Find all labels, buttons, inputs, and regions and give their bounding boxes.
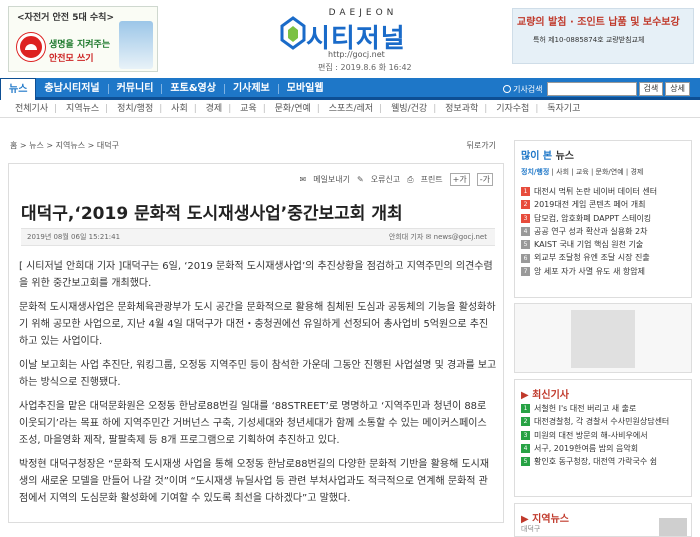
breadcrumb: 홈 > 뉴스 > 지역뉴스 > 대덕구 뒤로가기 [10,140,500,158]
article-paragraph: [ 시티저널 안희대 기자 ]대덕구는 6일, ‘2019 문화적 도시재생사업… [19,261,493,289]
nav-item-photo[interactable]: 포토&영상 [162,78,224,100]
font-decrease-button[interactable]: -가 [476,173,493,186]
article-paragraph: 이날 보고회는 사업 추진단, 워킹그룹, 오정동 지역주민 등이 참석한 가운… [19,360,497,388]
list-item[interactable]: 1 서철헌 I's 대전 버리고 새 출로 [521,402,669,415]
ad-line1: 생명을 지켜주는 [49,40,111,50]
local-news-sub: 대덕구 [521,525,541,533]
article-container: ✉ 메일보내기 ✎ 오류신고 ⎙ 프린트 +가 -가 대덕구,‘2019 문화적… [8,163,504,523]
ad-bridge[interactable]: 교량의 발침 · 조인트 납품 및 보수보강 특허 제10-0885874호 교… [512,8,694,64]
search-label: 기사검색 [513,84,543,94]
list-item[interactable]: 2 2019대전 게임 콘텐츠 페어 개최 [521,198,657,211]
search-bar: 기사검색 검색 상세 [503,81,690,97]
detail-search-button[interactable]: 상세 [665,82,690,96]
cyclist-image [119,21,153,69]
latest-title: ▶ 최신기사 [521,390,569,401]
list-item[interactable]: 6 외교부 조달청 유엔 조달 시장 진출 [521,251,657,264]
subnav-item[interactable]: 기자수첩 [496,104,529,114]
tab-politics[interactable]: 정치/행정 [521,168,549,176]
local-news-box: ▶ 지역뉴스 대덕구 [514,503,692,537]
ad-image [571,310,635,368]
print-button[interactable]: 프린트 [421,174,443,185]
list-item[interactable]: 3 답모컴, 암호화폐 DAPPT 스테이킹 [521,212,657,225]
list-item[interactable]: 4 공공 연구 성과 확산과 실용화 2차 [521,225,657,238]
list-item[interactable]: 4 서구, 2019한여름 밤의 음악회 [521,442,669,455]
tab-economy[interactable]: 경제 [630,168,643,176]
mail-icon: ✉ [299,175,307,184]
subnav-item[interactable]: 사회 [171,104,188,114]
site-logo[interactable]: DAEJEON 시티저널 http://gocj.net [278,8,428,68]
ad-bicycle-safety[interactable]: <자전거 안전 5대 수칙> 생명을 지켜주는 안전모 쓰기 [8,6,158,72]
most-read-title: 많이 본 뉴스 [521,151,574,162]
logo-en: DAEJEON [328,8,398,18]
subnav-item[interactable]: 독자기고 [547,104,580,114]
article-title: 대덕구,‘2019 문화적 도시재생사업’중간보고회 개최 [21,204,403,224]
font-increase-button[interactable]: +가 [449,173,470,186]
subnav-item[interactable]: 지역뉴스 [66,104,99,114]
local-news-title: ▶ 지역뉴스 [521,514,569,525]
sidebar: 많이 본 뉴스 정치/행정 | 사회 | 교육 | 문화/연예 | 경제 1 대전… [514,140,692,537]
article-email[interactable]: news@gocj.net [434,233,487,241]
local-news-thumbnail[interactable] [659,518,687,536]
list-item[interactable]: 5 황인호 동구청장, 대전역 가락국수 쉼 [521,455,669,468]
article-body: [ 시티저널 안희대 기자 ]대덕구는 6일, ‘2019 문화적 도시재생사업… [19,258,497,514]
search-button[interactable]: 검색 [638,82,664,96]
header-banner: <자전거 안전 5대 수칙> 생명을 지켜주는 안전모 쓰기 DAEJEON 시… [0,0,700,78]
logo-url: http://gocj.net [328,50,385,59]
ad-headline: <자전거 안전 5대 수칙> [17,13,114,23]
tab-society[interactable]: 사회 [556,168,569,176]
list-item[interactable]: 3 미원의 대전 방문의 해-사비우에서 [521,429,669,442]
print-icon: ⎙ [407,174,414,184]
latest-list: 1 서철헌 I's 대전 버리고 새 출로 2 대전경찰청, 각 경찰서 수사민원상… [521,402,669,468]
ad-bridge-sub: 특허 제10-0885874호 교량받침교체 [533,36,645,44]
article-date: 2019년 08월 06일 15:21:41 [27,233,121,241]
list-item[interactable]: 5 KAIST 국내 기업 핵심 원천 기술 [521,238,657,251]
logo-mark-icon [280,16,306,50]
article-meta: 2019년 08월 06일 15:21:41 안희대 기자 ✉ news@goc… [21,228,495,246]
nav-item-mobile[interactable]: 모바일웹 [279,78,332,100]
ad-bridge-title: 교량의 발침 · 조인트 납품 및 보수보강 [517,17,680,28]
sub-nav: 전체기사 | 지역뉴스 | 정치/행정 | 사회 | 경제 | 교육 | 문화/연예 | 스포… [0,100,700,118]
subnav-item[interactable]: 정치/행정 [117,104,153,114]
subnav-item[interactable]: 스포츠/레저 [329,104,373,114]
nav-item-news[interactable]: 뉴스 [0,78,37,100]
article-paragraph: 박정현 대덕구청장은 “문화적 도시재생 사업을 통해 오정동 한남로88번길의… [19,459,490,504]
subnav-item[interactable]: 문화/연예 [275,104,311,114]
search-input[interactable] [546,82,637,96]
article-reporter: 안희대 기자 [388,233,424,241]
subnav-item[interactable]: 경제 [206,104,223,114]
nav-item-chungnam[interactable]: 충남시티저널 [36,78,107,100]
most-read-box: 많이 본 뉴스 정치/행정 | 사회 | 교육 | 문화/연예 | 경제 1 대전… [514,140,692,298]
subnav-item[interactable]: 웰빙/건강 [391,104,427,114]
subnav-item[interactable]: 교육 [240,104,257,114]
edit-date: 편집 : 2019.8.6 화 16:42 [318,63,412,72]
error-report-button[interactable]: 오류신고 [371,174,400,185]
main-nav: 뉴스 충남시티저널 커뮤니티 포토&영상 기사제보 모바일웹 기사검색 검색 상… [0,78,700,100]
tab-education[interactable]: 교육 [576,168,589,176]
list-item[interactable]: 2 대전경찰청, 각 경찰서 수사민원상담센터 [521,415,669,428]
nav-item-report[interactable]: 기사제보 [225,78,278,100]
back-link[interactable]: 뒤로가기 [467,140,496,151]
ad-line2: 안전모 쓰기 [49,54,94,64]
most-read-tabs: 정치/행정 | 사회 | 교육 | 문화/연예 | 경제 [521,168,644,176]
subnav-item[interactable]: 정보과학 [445,104,478,114]
breadcrumb-path[interactable]: 홈 > 뉴스 > 지역뉴스 > 대덕구 [10,141,119,150]
helmet-icon [17,33,45,61]
error-report-icon: ✎ [357,175,364,184]
article-paragraph: 문화적 도시재생사업은 문화체육관광부가 도시 공간을 문화적으로 활용해 침체… [19,302,496,347]
mail-button[interactable]: 메일보내기 [313,174,350,185]
list-item[interactable]: 7앙 세포 자가 사멸 유도 새 항암제 [521,265,657,278]
list-item[interactable]: 1 대전시 먹튀 논란 네이버 데이터 센터 [521,185,657,198]
article-tools: ✉ 메일보내기 ✎ 오류신고 ⎙ 프린트 +가 -가 [299,173,493,186]
article-paragraph: 사업추진을 맡은 대덕문화원은 오정동 한남로88번길 일대를 ‘88STREE… [19,401,487,446]
search-icon [503,85,512,93]
subnav-item[interactable]: 전체기사 [15,104,48,114]
latest-news-box: ▶ 최신기사 1 서철헌 I's 대전 버리고 새 출로 2 대전경찰청, 각 경찰… [514,379,692,497]
most-read-list: 1 대전시 먹튀 논란 네이버 데이터 센터 2 2019대전 게임 콘텐츠 페어 … [521,185,657,278]
tab-culture[interactable]: 문화/연예 [596,168,624,176]
sidebar-ad[interactable] [514,303,692,373]
nav-item-community[interactable]: 커뮤니티 [109,78,162,100]
